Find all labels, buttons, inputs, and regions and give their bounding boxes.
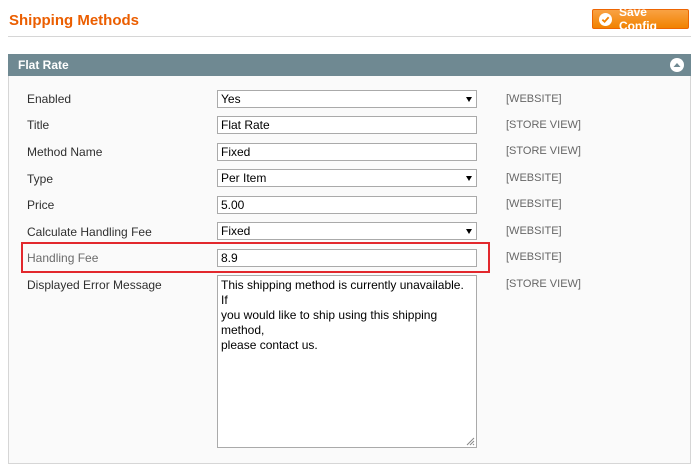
price-scope: [WEBSITE] bbox=[506, 198, 562, 210]
check-circle-icon bbox=[599, 12, 612, 26]
dropdown-arrow-icon bbox=[466, 229, 472, 234]
enabled-label: Enabled bbox=[27, 92, 72, 106]
calc-handling-fee-label: Calculate Handling Fee bbox=[27, 225, 152, 239]
method-name-input[interactable]: Fixed bbox=[217, 143, 477, 161]
title-divider bbox=[8, 36, 691, 37]
resize-grip-icon[interactable] bbox=[466, 437, 475, 446]
dropdown-arrow-icon bbox=[466, 176, 472, 181]
save-config-label: Save Config bbox=[618, 5, 657, 33]
price-input[interactable]: 5.00 bbox=[217, 196, 477, 214]
type-value: Per Item bbox=[221, 171, 267, 185]
error-message-label: Displayed Error Message bbox=[27, 278, 162, 292]
section-title: Flat Rate bbox=[18, 58, 69, 72]
type-select[interactable]: Per Item bbox=[217, 169, 477, 187]
title-scope: [STORE VIEW] bbox=[506, 119, 581, 131]
title-input[interactable]: Flat Rate bbox=[217, 116, 477, 134]
title-label: Title bbox=[27, 118, 50, 132]
enabled-scope: [WEBSITE] bbox=[506, 93, 562, 105]
page-title: Shipping Methods bbox=[9, 12, 139, 29]
error-message-textarea[interactable]: This shipping method is currently unavai… bbox=[217, 275, 477, 448]
calc-handling-fee-scope: [WEBSITE] bbox=[506, 225, 562, 237]
method-name-scope: [STORE VIEW] bbox=[506, 145, 581, 157]
section-header[interactable]: Flat Rate bbox=[8, 54, 691, 76]
price-label: Price bbox=[27, 198, 55, 212]
chevron-up-icon[interactable] bbox=[670, 58, 684, 72]
calc-handling-fee-value: Fixed bbox=[221, 224, 251, 238]
handling-fee-scope: [WEBSITE] bbox=[506, 251, 562, 263]
calc-handling-fee-select[interactable]: Fixed bbox=[217, 222, 477, 240]
type-label: Type bbox=[27, 172, 54, 186]
error-message-scope: [STORE VIEW] bbox=[506, 278, 581, 290]
handling-fee-highlight bbox=[21, 242, 490, 273]
save-config-button[interactable]: Save Config bbox=[592, 5, 689, 33]
type-scope: [WEBSITE] bbox=[506, 172, 562, 184]
method-name-label: Method Name bbox=[27, 145, 103, 159]
dropdown-arrow-icon bbox=[466, 97, 472, 102]
enabled-value: Yes bbox=[221, 92, 241, 106]
enabled-select[interactable]: Yes bbox=[217, 90, 477, 108]
